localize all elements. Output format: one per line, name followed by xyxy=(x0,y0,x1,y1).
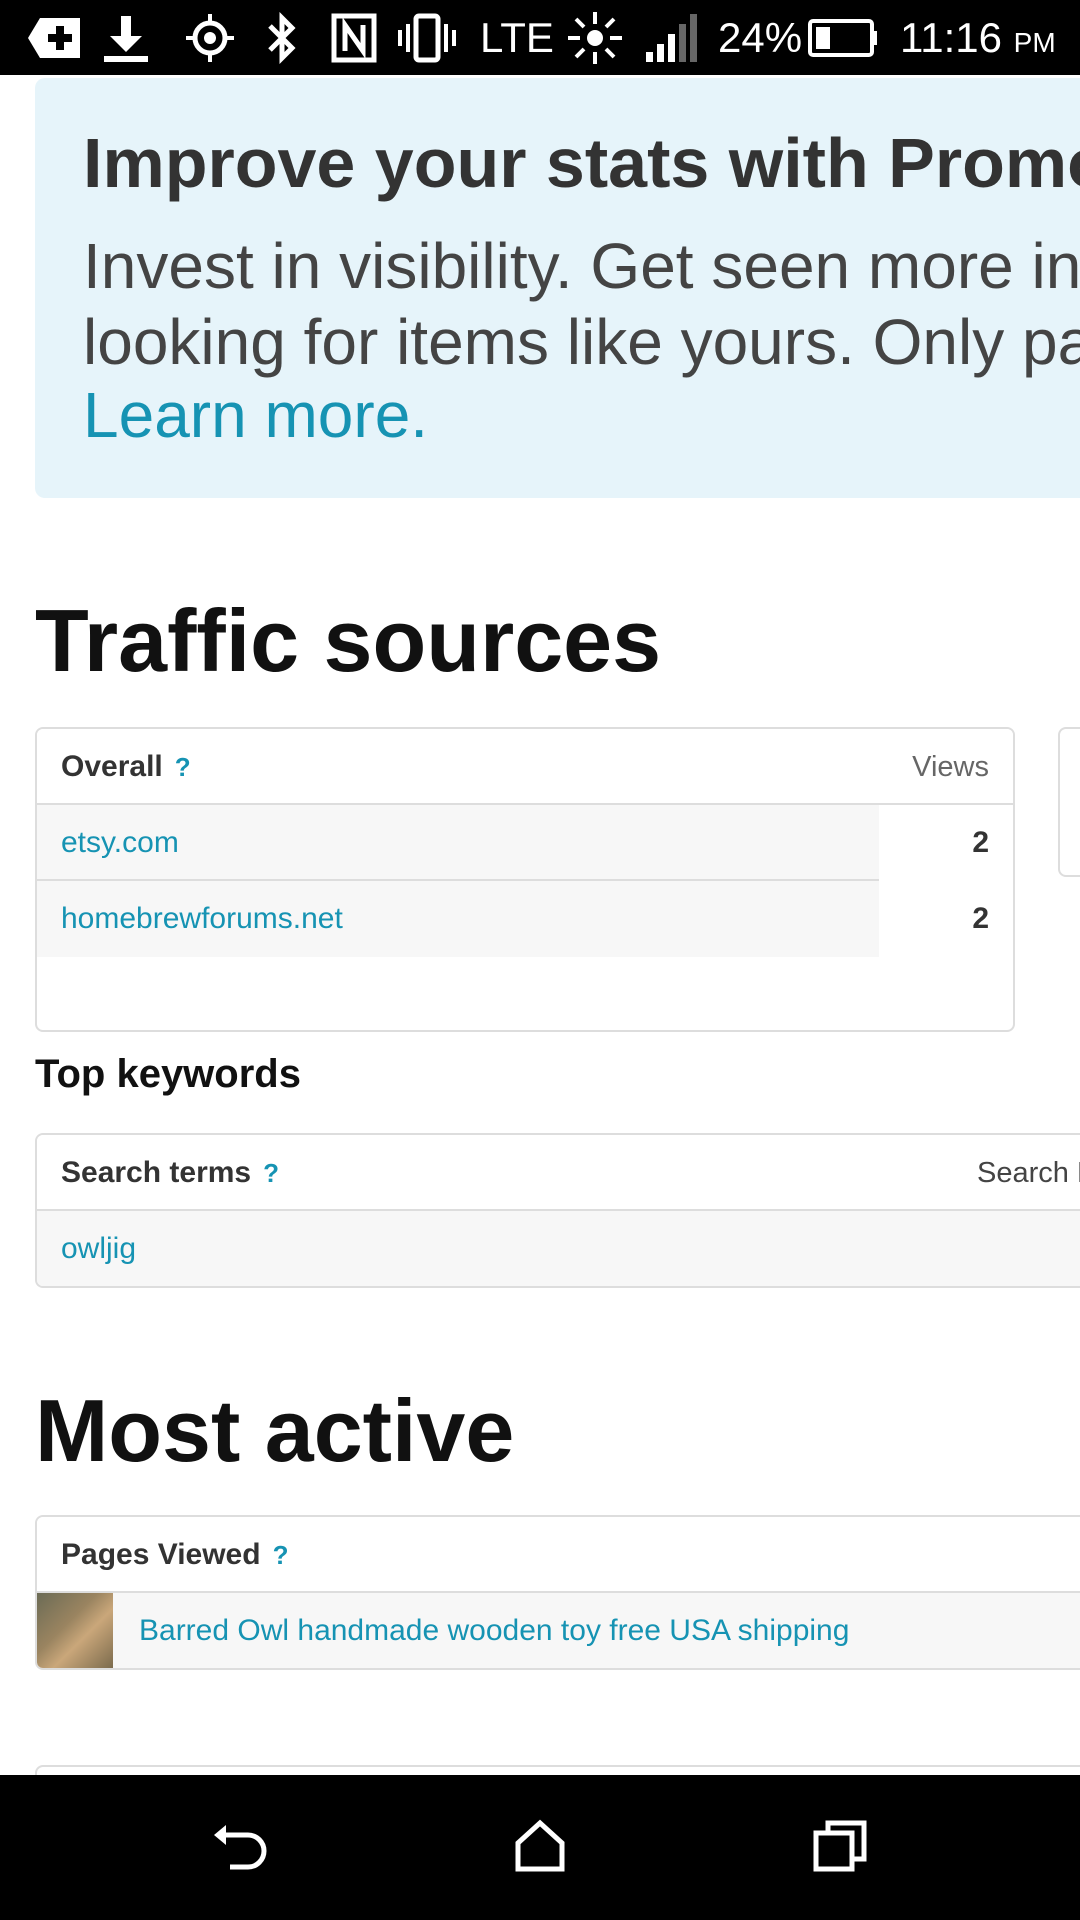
add-notification-icon xyxy=(26,12,82,64)
search-terms-label-text: Search terms xyxy=(61,1156,252,1189)
bluetooth-icon xyxy=(262,12,302,64)
traffic-sources-header: Overall? Views xyxy=(37,729,1013,805)
keyword-link[interactable]: owljig xyxy=(61,1211,136,1286)
top-keywords-title: Top keywords xyxy=(35,1052,301,1096)
traffic-source-views: 2 xyxy=(879,805,1013,881)
home-button[interactable] xyxy=(495,1805,585,1885)
table-row: homebrewforums.net 2 xyxy=(37,881,1013,957)
most-active-header: Pages Viewed? xyxy=(37,1517,1080,1593)
navigation-bar xyxy=(0,1775,1080,1920)
nfc-icon xyxy=(330,12,378,64)
help-icon[interactable]: ? xyxy=(273,1540,289,1570)
signal-icon xyxy=(644,12,704,64)
search-terms-label: Search terms? xyxy=(61,1135,279,1211)
top-keywords-header: Search terms? Search E xyxy=(37,1135,1080,1211)
back-icon xyxy=(214,1825,267,1870)
promo-body-line-1: Invest in visibility. Get seen more in s… xyxy=(83,230,1080,302)
brightness-icon xyxy=(562,12,628,64)
traffic-sources-table: Overall? Views etsy.com 2 homebrewforums… xyxy=(35,727,1015,1032)
battery-percent: 24% xyxy=(718,14,803,61)
clock-time: 11:16 xyxy=(900,14,1002,61)
gps-icon xyxy=(184,12,236,64)
learn-more-link[interactable]: Learn more. xyxy=(83,378,428,452)
status-bar: LTE 24% 11:16 PM xyxy=(0,0,1080,75)
table-row: owljig xyxy=(37,1211,1080,1286)
promo-body: Invest in visibility. Get seen more in s… xyxy=(83,228,1080,380)
clock: 11:16 PM xyxy=(900,10,1056,66)
pages-viewed-label-text: Pages Viewed xyxy=(61,1538,261,1571)
recents-icon xyxy=(813,1820,867,1872)
table-row: Barred Owl handmade wooden toy free USA … xyxy=(37,1593,1080,1668)
overall-label-text: Overall xyxy=(61,750,163,783)
top-keywords-table: Search terms? Search E owljig xyxy=(35,1133,1080,1288)
traffic-source-link[interactable]: etsy.com xyxy=(61,805,179,881)
help-icon[interactable]: ? xyxy=(263,1158,279,1188)
traffic-sources-title: Traffic sources xyxy=(35,591,662,690)
offscreen-card xyxy=(1058,727,1080,877)
promoted-listings-banner: Improve your stats with Promoted Listing… xyxy=(35,78,1080,498)
traffic-source-views: 2 xyxy=(879,881,1013,957)
search-column-header: Search E xyxy=(977,1157,1080,1189)
network-type: LTE xyxy=(480,14,554,61)
pages-viewed-label: Pages Viewed? xyxy=(61,1517,288,1593)
clock-ampm: PM xyxy=(1013,27,1056,58)
listing-link[interactable]: Barred Owl handmade wooden toy free USA … xyxy=(139,1593,849,1668)
help-icon[interactable]: ? xyxy=(175,752,191,782)
table-row: etsy.com 2 xyxy=(37,805,1013,881)
views-column-header: Views xyxy=(912,751,989,783)
page-content[interactable]: Improve your stats with Promoted Listing… xyxy=(0,75,1080,1775)
most-active-title: Most active xyxy=(35,1381,515,1480)
battery-icon xyxy=(808,12,878,64)
back-button[interactable] xyxy=(195,1805,285,1885)
recents-button[interactable] xyxy=(795,1805,885,1885)
promo-title: Improve your stats with Promoted Listing… xyxy=(83,124,1080,202)
most-active-table: Pages Viewed? Barred Owl handmade wooden… xyxy=(35,1515,1080,1670)
next-card xyxy=(35,1765,1080,1775)
overall-label: Overall? xyxy=(61,729,191,805)
vibrate-icon xyxy=(396,12,458,64)
traffic-source-link[interactable]: homebrewforums.net xyxy=(61,881,343,957)
promo-body-line-2: looking for items like yours. Only pay w… xyxy=(83,306,1080,378)
home-icon xyxy=(515,1819,565,1872)
download-icon xyxy=(100,12,152,64)
listing-thumbnail[interactable] xyxy=(37,1593,113,1668)
